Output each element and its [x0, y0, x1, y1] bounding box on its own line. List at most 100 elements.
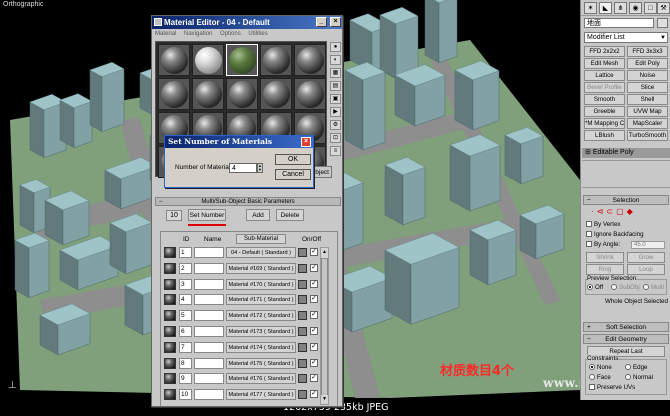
modifier-button[interactable]: Greeble — [584, 106, 625, 117]
constraint-normal-option[interactable]: Normal — [625, 374, 653, 381]
submaterial-color-swatch[interactable] — [298, 263, 307, 273]
modifier-button[interactable]: Edit Mesh — [584, 58, 625, 69]
material-sample-slot[interactable] — [226, 78, 258, 110]
object-name-field[interactable]: 地面 — [584, 18, 654, 28]
submaterial-id-field[interactable]: 1 — [179, 247, 192, 258]
ring-button[interactable]: Ring — [586, 264, 624, 275]
id-column-header[interactable]: ID — [183, 236, 190, 243]
submaterial-name-field[interactable] — [194, 326, 224, 337]
submaterial-color-swatch[interactable] — [298, 248, 307, 257]
shrink-button[interactable]: Shrink — [586, 252, 624, 263]
select-by-material-icon[interactable]: ⊡ — [330, 133, 341, 143]
submaterial-on-checkbox[interactable]: ✓ — [310, 342, 318, 351]
material-sample-slot[interactable] — [192, 78, 224, 110]
sample-type-icon[interactable]: ● — [330, 42, 341, 52]
modifier-button[interactable]: FFD 2x2x2 — [584, 46, 625, 57]
subobject-level-icons[interactable]: ·⊲⊂▢◆ — [591, 207, 636, 216]
constraint-face-option[interactable]: Face — [589, 374, 611, 381]
submaterial-id-field[interactable]: 6 — [179, 326, 192, 337]
submaterial-id-field[interactable]: 4 — [179, 294, 192, 306]
viewport-label[interactable]: Orthographic — [3, 1, 43, 8]
submaterial-color-swatch[interactable] — [298, 311, 307, 321]
modifier-list-dropdown[interactable]: Modifier List ▼ — [584, 32, 668, 43]
uv-tiling-icon[interactable]: ▤ — [330, 81, 341, 91]
submaterial-button[interactable]: Material #171 ( Standard ) — [226, 294, 296, 306]
material-sample-slot[interactable] — [294, 78, 326, 110]
modifier-button[interactable]: MapScaler — [627, 118, 668, 129]
dialog-ok-button[interactable]: OK — [275, 154, 311, 165]
modifier-button[interactable]: Shell — [627, 94, 668, 105]
modifier-button[interactable]: FFD 3x3x3 — [627, 46, 668, 57]
material-sample-slot[interactable] — [158, 44, 190, 76]
menu-material[interactable]: Material — [155, 31, 176, 37]
by-vertex-checkbox[interactable] — [586, 221, 592, 228]
name-column-header[interactable]: Name — [204, 236, 221, 243]
modifier-button[interactable]: Noise — [627, 70, 668, 81]
modifier-button[interactable]: Slice — [627, 82, 668, 93]
material-sample-slot[interactable] — [158, 78, 190, 110]
minimize-button[interactable]: _ — [316, 17, 327, 27]
material-navigator-icon[interactable]: ≡ — [330, 146, 341, 156]
submaterial-color-swatch[interactable] — [298, 279, 307, 289]
set-number-button[interactable]: Set Number — [188, 209, 226, 221]
preview-multi-radio[interactable] — [643, 284, 649, 291]
loop-button[interactable]: Loop — [627, 264, 665, 275]
backlight-icon[interactable]: ◐ — [330, 55, 341, 65]
make-preview-icon[interactable]: ▶ — [330, 107, 341, 117]
submaterial-name-field[interactable] — [194, 294, 224, 306]
grow-button[interactable]: Grow — [627, 252, 665, 263]
submaterial-id-field[interactable]: 10 — [179, 389, 192, 401]
by-angle-option[interactable]: By Angle: — [586, 241, 620, 248]
constraint-face-radio[interactable] — [589, 374, 595, 381]
utilities-tab-icon[interactable]: ⚒ — [657, 2, 670, 14]
submaterial-preview-icon[interactable] — [164, 294, 176, 306]
constraint-none-radio[interactable] — [589, 364, 595, 371]
submaterial-name-field[interactable] — [194, 262, 224, 274]
submaterial-button[interactable]: Material #177 ( Standard ) — [226, 389, 296, 401]
soft-selection-rollout-header[interactable]: + Soft Selection — [583, 322, 669, 332]
submaterial-preview-icon[interactable] — [164, 357, 176, 369]
dialog-cancel-button[interactable]: Cancel — [275, 169, 311, 180]
constraint-none-option[interactable]: None — [589, 364, 612, 371]
submaterial-name-field[interactable] — [194, 310, 224, 322]
constraint-normal-radio[interactable] — [625, 374, 631, 381]
submaterial-on-checkbox[interactable]: ✓ — [310, 263, 318, 272]
object-color-swatch[interactable] — [657, 18, 668, 28]
dialog-titlebar[interactable]: Set Number of Materials — [165, 136, 313, 148]
edit-geometry-rollout-header[interactable]: − Edit Geometry — [583, 334, 669, 344]
menu-options[interactable]: Options — [220, 31, 241, 37]
submaterial-color-swatch[interactable] — [298, 358, 307, 368]
delete-button[interactable]: Delete — [276, 209, 304, 221]
submaterial-button[interactable]: Material #173 ( Standard ) — [226, 326, 296, 337]
preview-subobj-option[interactable]: SubObj — [611, 284, 640, 291]
submaterial-on-checkbox[interactable]: ✓ — [310, 374, 318, 383]
submaterial-preview-icon[interactable] — [164, 373, 176, 385]
by-angle-checkbox[interactable] — [586, 241, 592, 248]
modifier-button[interactable]: Edit Poly — [627, 58, 668, 69]
modifier-button[interactable]: Smooth — [584, 94, 625, 105]
by-vertex-option[interactable]: By Vertex — [586, 221, 620, 228]
submaterial-on-checkbox[interactable]: ✓ — [310, 295, 318, 304]
submaterial-color-swatch[interactable] — [298, 342, 307, 352]
modifier-button[interactable]: *M Mapping Cl — [584, 118, 625, 129]
dialog-close-button[interactable]: × — [301, 137, 311, 147]
submaterial-button[interactable]: 04 - Default ( Standard ) — [226, 247, 296, 258]
submaterial-preview-icon[interactable] — [164, 278, 176, 290]
scroll-down-icon[interactable]: ▼ — [321, 395, 328, 404]
submaterial-id-field[interactable]: 2 — [179, 262, 192, 274]
submaterial-on-checkbox[interactable]: ✓ — [310, 358, 318, 367]
submaterial-name-field[interactable] — [194, 373, 224, 385]
create-tab-icon[interactable]: ✶ — [584, 2, 597, 14]
submaterial-preview-icon[interactable] — [164, 326, 176, 337]
submaterial-button[interactable]: Material #170 ( Standard ) — [226, 278, 296, 290]
modifier-button[interactable]: TurboSmooth — [627, 130, 668, 141]
submaterial-button[interactable]: Material #175 ( Standard ) — [226, 357, 296, 369]
submaterial-name-field[interactable] — [194, 247, 224, 258]
constraint-edge-option[interactable]: Edge — [625, 364, 647, 371]
preview-off-option[interactable]: Off — [587, 284, 603, 291]
submaterial-name-field[interactable] — [194, 389, 224, 401]
material-sample-slot[interactable] — [192, 44, 224, 76]
submaterial-preview-icon[interactable] — [164, 262, 176, 274]
material-sample-slot[interactable] — [294, 44, 326, 76]
submaterial-color-swatch[interactable] — [298, 327, 307, 336]
